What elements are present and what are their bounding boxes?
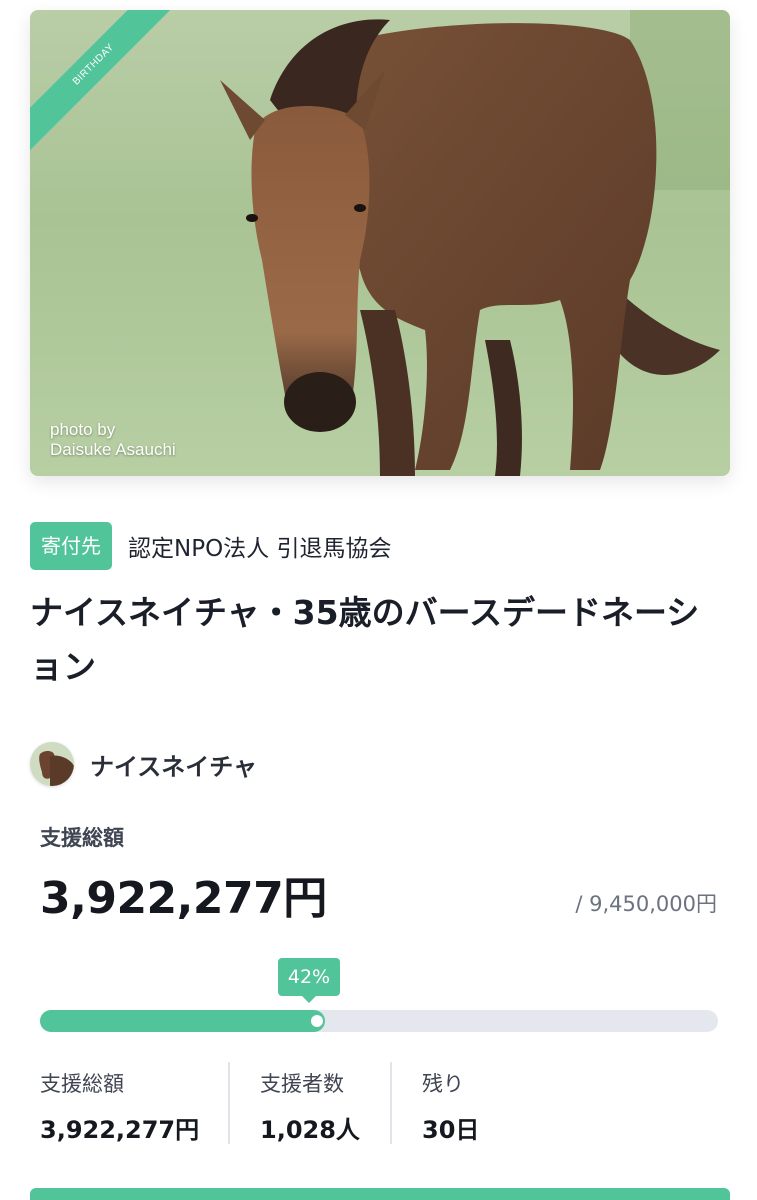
recipient-row: 寄付先 認定NPO法人 引退馬協会 xyxy=(30,521,392,571)
photo-credit-line2: Daisuke Asauchi xyxy=(50,440,176,459)
stat-supporters-label: 支援者数 xyxy=(260,1072,344,1096)
support-button[interactable] xyxy=(30,1188,730,1200)
horse-avatar-icon xyxy=(30,742,74,786)
stats-row: 支援総額 3,922,277円 支援者数 1,028人 残り 30日 xyxy=(40,1062,550,1144)
stat-remaining-label: 残り xyxy=(422,1072,464,1096)
progress-knob xyxy=(310,1015,323,1027)
recipient-org-link[interactable]: 認定NPO法人 引退馬協会 xyxy=(128,529,392,563)
goal-amount: / 9,450,000円 xyxy=(575,892,717,916)
project-title: ナイスネイチャ・35歳のバースデードネーション xyxy=(30,593,700,686)
stat-total-value: 3,922,277円 xyxy=(40,1116,200,1144)
photo-credit: photo by Daisuke Asauchi xyxy=(50,420,176,460)
progress-bar-fill xyxy=(40,1010,325,1032)
total-amount-label: 支援総額 xyxy=(40,826,124,850)
total-amount-value: 3,922,277円 xyxy=(40,873,327,924)
progress-bar xyxy=(40,1010,718,1032)
photo-credit-line1: photo by xyxy=(50,420,116,439)
stat-total-label: 支援総額 xyxy=(40,1072,124,1096)
project-owner[interactable]: ナイスネイチャ xyxy=(30,742,257,786)
stat-total: 支援総額 3,922,277円 xyxy=(40,1062,228,1144)
recipient-tag: 寄付先 xyxy=(30,522,112,570)
birthday-ribbon-label: BIRTHDAY xyxy=(30,10,183,154)
stat-supporters-value: 1,028人 xyxy=(260,1116,360,1144)
stat-supporters: 支援者数 1,028人 xyxy=(228,1062,390,1144)
birthday-ribbon: BIRTHDAY xyxy=(30,10,190,170)
owner-name: ナイスネイチャ xyxy=(90,752,258,781)
progress-percent-badge: 42% xyxy=(278,958,340,1003)
stat-remaining: 残り 30日 xyxy=(390,1062,550,1144)
avatar xyxy=(30,742,74,786)
project-hero-image[interactable]: BIRTHDAY photo by Daisuke Asauchi xyxy=(30,10,730,476)
stat-remaining-value: 30日 xyxy=(422,1116,480,1144)
